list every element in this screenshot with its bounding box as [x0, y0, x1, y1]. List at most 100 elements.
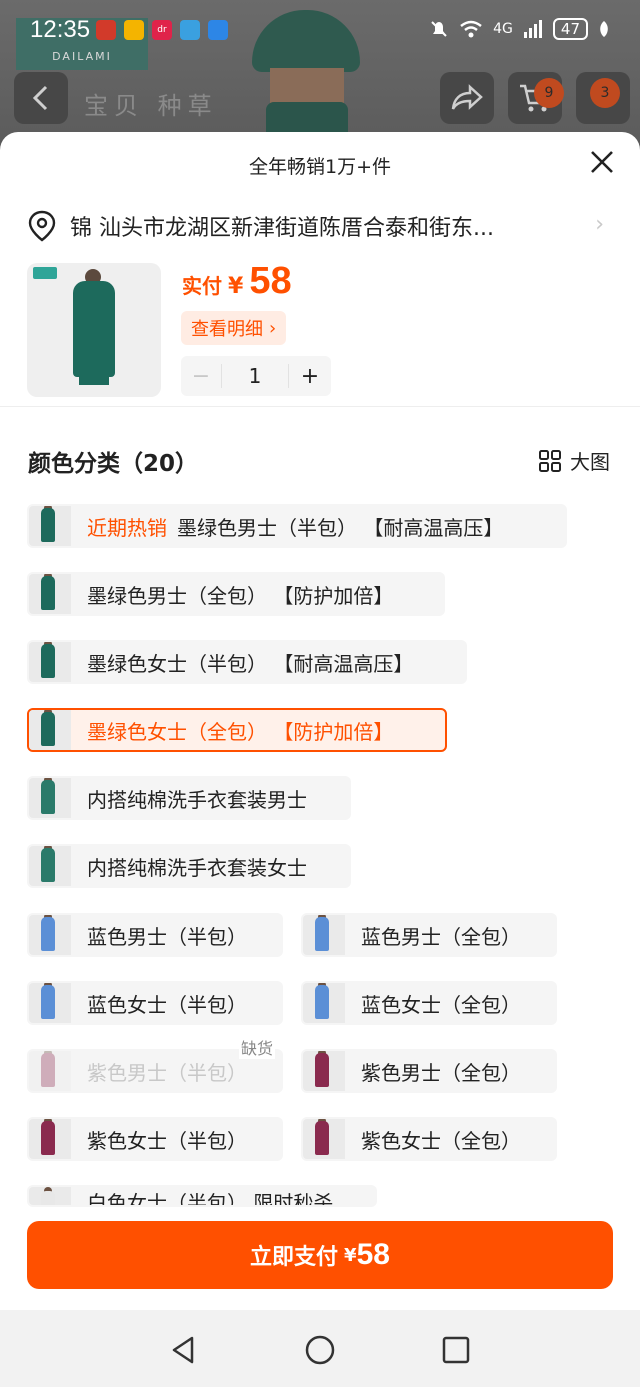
color-option[interactable]: 墨绿色女士（全包） 【防护加倍】	[27, 708, 447, 752]
color-option[interactable]: 蓝色男士（半包）	[27, 913, 283, 957]
battery-level: 47	[552, 18, 588, 40]
option-label: 蓝色男士（全包）	[345, 921, 521, 950]
grid-icon	[539, 449, 561, 472]
option-text: 蓝色男士（全包）	[361, 924, 521, 949]
option-thumbnail	[29, 642, 71, 682]
option-text: 墨绿色女士（半包） 【耐高温高压】	[87, 651, 414, 676]
more-badge: 3	[590, 78, 620, 108]
large-image-toggle[interactable]: 大图	[538, 446, 610, 475]
option-label: 蓝色女士（全包）	[345, 989, 521, 1018]
option-thumbnail	[303, 1119, 345, 1159]
option-text: 紫色男士（全包）	[361, 1060, 521, 1085]
option-label: 近期热销 墨绿色男士（半包） 【耐高温高压】	[71, 512, 503, 541]
wifi-icon	[460, 20, 482, 38]
app-icon-weibo	[124, 20, 144, 40]
app-icon-message	[208, 20, 228, 40]
color-option[interactable]: 紫色女士（半包）	[27, 1117, 283, 1161]
decrease-button[interactable]: −	[181, 364, 221, 389]
sku-selection-sheet: 全年畅销1万+件 锦 汕头市龙湖区新津街道陈厝合泰和街东... › 实付 ¥ 5…	[0, 132, 640, 1387]
large-image-label: 大图	[570, 450, 610, 474]
address-text: 锦 汕头市龙湖区新津街道陈厝合泰和街东...	[70, 216, 494, 241]
back-arrow-icon	[32, 85, 48, 111]
out-of-stock-badge: 缺货	[239, 1035, 276, 1059]
option-text: 紫色男士（半包）	[87, 1060, 247, 1085]
pay-now-currency: ¥	[344, 1244, 357, 1266]
option-text: 墨绿色女士（全包） 【防护加倍】	[87, 719, 394, 744]
address-row[interactable]: 锦 汕头市龙湖区新津街道陈厝合泰和街东... ›	[28, 208, 618, 244]
pay-now-amount: 58	[356, 1238, 390, 1271]
color-option[interactable]: 紫色女士（全包）	[301, 1117, 557, 1161]
option-thumbnail	[303, 1051, 345, 1091]
color-option[interactable]: 蓝色女士（半包）	[27, 981, 283, 1025]
option-text: 内搭纯棉洗手衣套装女士	[87, 855, 307, 880]
increase-button[interactable]: +	[289, 364, 331, 389]
hot-selling-tag: 近期热销	[87, 515, 167, 540]
share-icon	[451, 84, 483, 110]
nav-back-icon[interactable]	[166, 1332, 202, 1368]
leaf-icon	[600, 21, 608, 37]
view-details-label: 查看明细	[191, 319, 263, 340]
option-thumbnail	[29, 1051, 71, 1091]
sheet-title: 全年畅销1万+件	[248, 156, 391, 178]
color-option[interactable]: 内搭纯棉洗手衣套装女士	[27, 844, 351, 888]
color-option[interactable]: 蓝色女士（全包）	[301, 981, 557, 1025]
option-label: 墨绿色男士（全包） 【防护加倍】	[71, 580, 393, 609]
status-app-icons: dr	[96, 20, 228, 40]
view-details-button[interactable]: 查看明细 ›	[181, 311, 287, 345]
nav-recents-icon[interactable]	[438, 1332, 474, 1368]
option-label: 内搭纯棉洗手衣套装女士	[71, 852, 307, 881]
option-text: 墨绿色男士（全包） 【防护加倍】	[87, 583, 394, 608]
price-currency: ¥	[228, 274, 244, 299]
status-bar: 12:35 dr 4G 47	[0, 0, 640, 60]
divider	[0, 406, 640, 407]
background-tabs[interactable]: 宝贝 种草	[84, 86, 218, 121]
option-text: 蓝色女士（全包）	[361, 992, 521, 1017]
cart-badge: 9	[534, 78, 564, 108]
option-thumbnail	[29, 915, 71, 955]
color-option[interactable]: 内搭纯棉洗手衣套装男士	[27, 776, 351, 820]
option-thumbnail	[29, 778, 71, 818]
share-button[interactable]	[440, 72, 494, 124]
mute-icon	[431, 21, 447, 37]
option-label: 墨绿色女士（全包） 【防护加倍】	[71, 716, 393, 745]
price-value: 58	[249, 260, 292, 302]
option-label: 墨绿色女士（半包） 【耐高温高压】	[71, 648, 413, 677]
option-text: 蓝色男士（半包）	[87, 924, 247, 949]
chevron-right-icon: ›	[595, 212, 604, 237]
option-text: 白色女士（半包） 限时秒杀	[87, 1191, 334, 1207]
color-option[interactable]: 白色女士（半包） 限时秒杀	[27, 1185, 377, 1207]
color-option[interactable]: 墨绿色男士（全包） 【防护加倍】	[27, 572, 445, 616]
color-option[interactable]: 近期热销 墨绿色男士（半包） 【耐高温高压】	[27, 504, 567, 548]
pay-now-button[interactable]: 立即支付 ¥ 58	[27, 1221, 613, 1289]
back-button[interactable]	[14, 72, 68, 124]
app-icon-4	[180, 20, 200, 40]
close-button[interactable]	[588, 148, 616, 176]
option-thumbnail	[29, 574, 71, 614]
app-icon-1	[96, 20, 116, 40]
nav-home-icon[interactable]	[302, 1332, 338, 1368]
signal-type: 4G	[493, 21, 513, 37]
option-label: 白色女士（半包） 限时秒杀	[71, 1187, 334, 1207]
quantity-stepper: − 1 +	[181, 356, 331, 396]
pay-now-label: 立即支付	[250, 1245, 339, 1270]
price-label: 实付	[182, 274, 222, 298]
option-text: 墨绿色男士（半包） 【耐高温高压】	[177, 515, 504, 540]
option-label: 蓝色男士（半包）	[71, 921, 247, 950]
option-label: 紫色男士（半包）	[71, 1057, 247, 1086]
system-navigation-bar	[0, 1310, 640, 1387]
option-text: 内搭纯棉洗手衣套装男士	[87, 787, 307, 812]
option-label: 紫色女士（全包）	[345, 1125, 521, 1154]
option-text: 蓝色女士（半包）	[87, 992, 247, 1017]
option-thumbnail	[29, 506, 71, 546]
quantity-value[interactable]: 1	[221, 364, 289, 388]
color-category-title: 颜色分类（20）	[28, 451, 199, 477]
app-icon-3: dr	[152, 20, 172, 40]
status-time: 12:35	[30, 16, 91, 43]
product-thumbnail[interactable]	[27, 263, 161, 397]
color-option[interactable]: 紫色男士（全包）	[301, 1049, 557, 1093]
option-thumbnail	[29, 846, 71, 886]
signal-icon	[523, 20, 542, 38]
color-option[interactable]: 墨绿色女士（半包） 【耐高温高压】	[27, 640, 467, 684]
color-option[interactable]: 蓝色男士（全包）	[301, 913, 557, 957]
option-label: 内搭纯棉洗手衣套装男士	[71, 784, 307, 813]
